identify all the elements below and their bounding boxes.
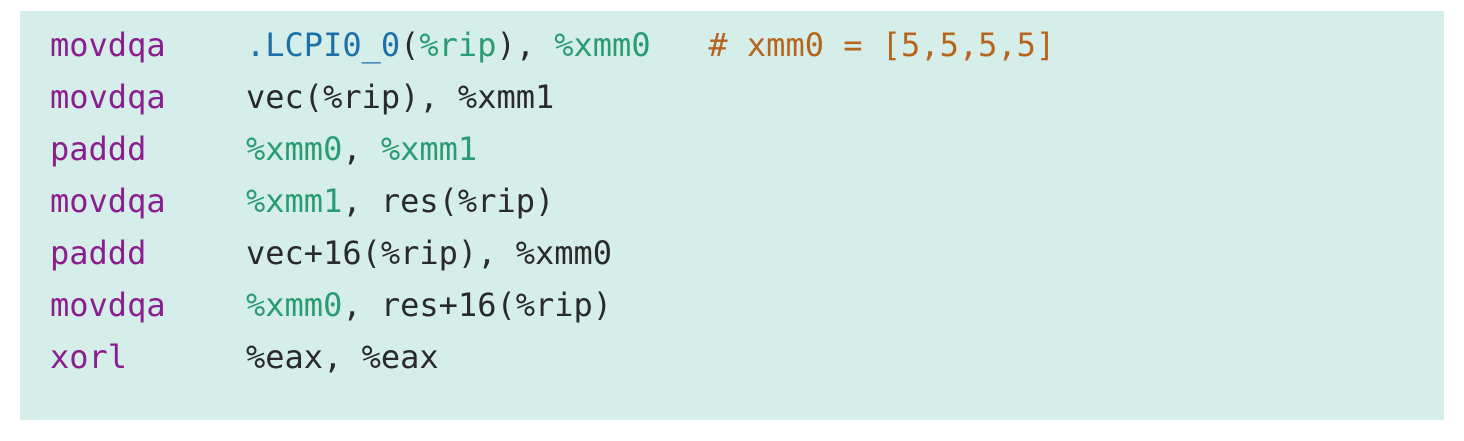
register-token: %rip xyxy=(419,26,497,64)
register-token: %xmm1 xyxy=(380,130,478,168)
plain-token: ( xyxy=(400,26,420,64)
plain-token: %eax, %eax xyxy=(246,338,439,376)
instruction-mnemonic: paddd xyxy=(50,130,147,168)
code-line: paddd vec+16(%rip), %xmm0 xyxy=(50,227,1444,279)
code-line: movdqa .LCPI0_0(%rip), %xmm0 # xmm0 = [5,… xyxy=(50,19,1444,71)
plain-token: ), xyxy=(496,26,555,64)
code-block: movdqa .LCPI0_0(%rip), %xmm0 # xmm0 = [5,… xyxy=(20,11,1444,420)
instruction-mnemonic: xorl xyxy=(50,338,128,376)
plain-token: , res+16(%rip) xyxy=(342,286,613,324)
instruction-mnemonic: movdqa xyxy=(50,26,166,64)
register-token: %xmm0 xyxy=(246,286,343,324)
code-line: movdqa %xmm1, res(%rip) xyxy=(50,175,1444,227)
register-token: %xmm1 xyxy=(246,182,343,220)
register-token: %xmm0 xyxy=(246,130,343,168)
code-line: movdqa vec(%rip), %xmm1 xyxy=(50,71,1444,123)
plain-token: , res(%rip) xyxy=(342,182,555,220)
register-token: %xmm0 xyxy=(554,26,651,64)
plain-token: vec+16(%rip), %xmm0 xyxy=(246,234,613,272)
symbol-token: .LCPI0_0 xyxy=(246,26,401,64)
instruction-mnemonic: movdqa xyxy=(50,78,166,116)
code-line: movdqa %xmm0, res+16(%rip) xyxy=(50,279,1444,331)
instruction-mnemonic: movdqa xyxy=(50,286,166,324)
code-line: xorl %eax, %eax xyxy=(50,331,1444,383)
instruction-mnemonic: paddd xyxy=(50,234,147,272)
code-line: paddd %xmm0, %xmm1 xyxy=(50,123,1444,175)
instruction-mnemonic: movdqa xyxy=(50,182,166,220)
comment-token: # xmm0 = [5,5,5,5] xyxy=(650,26,1056,64)
plain-token: , xyxy=(342,130,381,168)
plain-token: vec(%rip), %xmm1 xyxy=(246,78,555,116)
